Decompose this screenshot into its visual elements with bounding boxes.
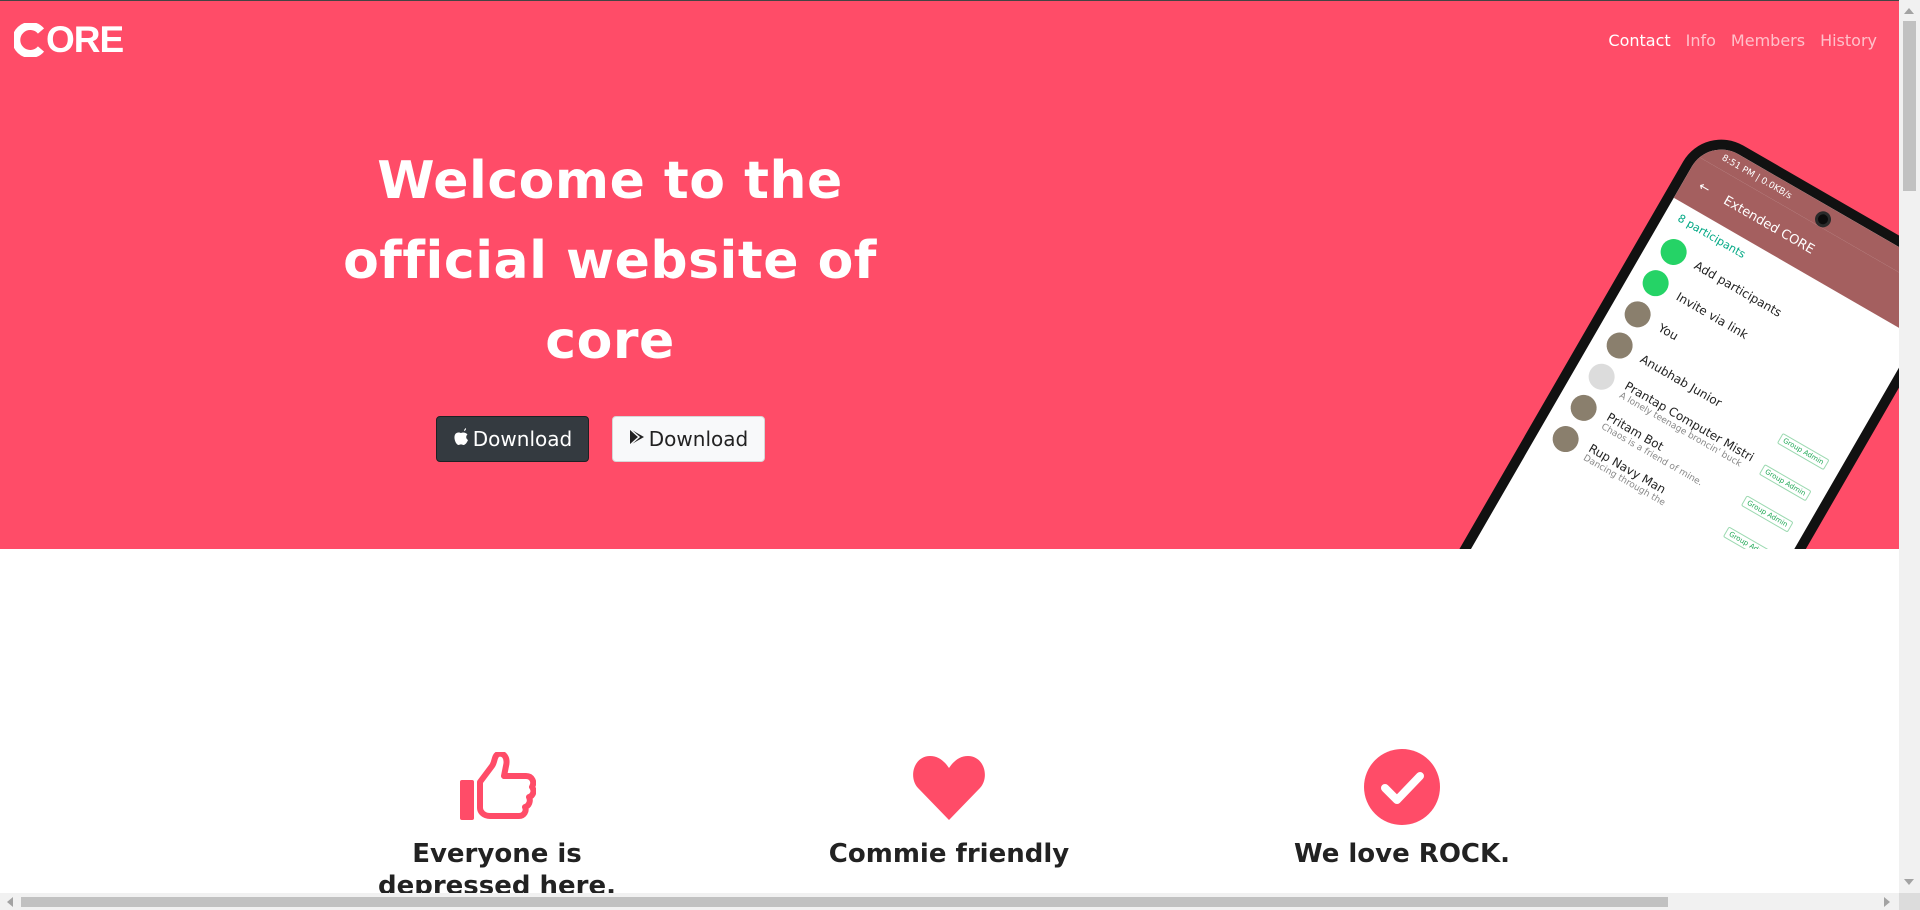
phone-mockup: 8:51 PM | 0.0KB/s ← Extended CORE 8 part… [1425,123,1899,549]
scroll-right-icon[interactable] [1884,897,1890,907]
add-person-icon [1655,234,1692,270]
nav-contact[interactable]: Contact [1608,31,1670,50]
feature-rock: We love ROCK. [1252,748,1552,870]
feature-title: Commie friendly [828,839,1070,869]
nav-members[interactable]: Members [1731,31,1805,50]
nav-history[interactable]: History [1820,31,1877,50]
avatar [1601,327,1638,364]
apple-download-label: Download [472,427,573,451]
site-logo[interactable]: ORE [12,19,124,61]
back-arrow-icon: ← [1695,178,1713,197]
apple-icon [453,427,469,451]
vertical-scroll-thumb[interactable] [1903,21,1916,191]
apple-download-button[interactable]: Download [436,416,589,462]
logo-text: ORE [46,19,124,60]
check-circle-icon [1252,748,1552,826]
thumbs-up-icon [347,748,647,826]
horizontal-scroll-thumb[interactable] [21,897,1668,907]
hero-title: Welcome to the official website of core [343,151,877,371]
phone-screen: 8:51 PM | 0.0KB/s ← Extended CORE 8 part… [1438,137,1899,549]
feature-title: We love ROCK. [1293,839,1511,869]
nav-info[interactable]: Info [1686,31,1716,50]
top-nav: Contact Info Members History [1608,31,1877,50]
avatar [1583,358,1620,395]
heart-icon [799,748,1099,826]
scroll-left-icon[interactable] [7,897,13,907]
google-play-icon [629,427,645,451]
vertical-scrollbar[interactable] [1899,0,1920,893]
feature-commie-friendly: Commie friendly [799,748,1099,870]
avatar [1547,421,1584,457]
link-icon [1637,265,1674,301]
hero-section: ORE Contact Info Members History Welcome… [0,0,1899,549]
scrollbar-corner [1899,893,1920,910]
scroll-down-icon[interactable] [1904,879,1914,885]
play-download-label: Download [648,427,749,451]
scroll-up-icon[interactable] [1904,8,1914,14]
logo-c-icon [12,22,45,58]
feature-depressed: Everyone is depressed here. [347,748,647,902]
play-store-download-button[interactable]: Download [612,416,765,462]
avatar [1565,390,1602,426]
avatar [1619,296,1656,333]
list-item-name: You [1655,320,1681,344]
horizontal-scrollbar[interactable] [0,893,1920,910]
